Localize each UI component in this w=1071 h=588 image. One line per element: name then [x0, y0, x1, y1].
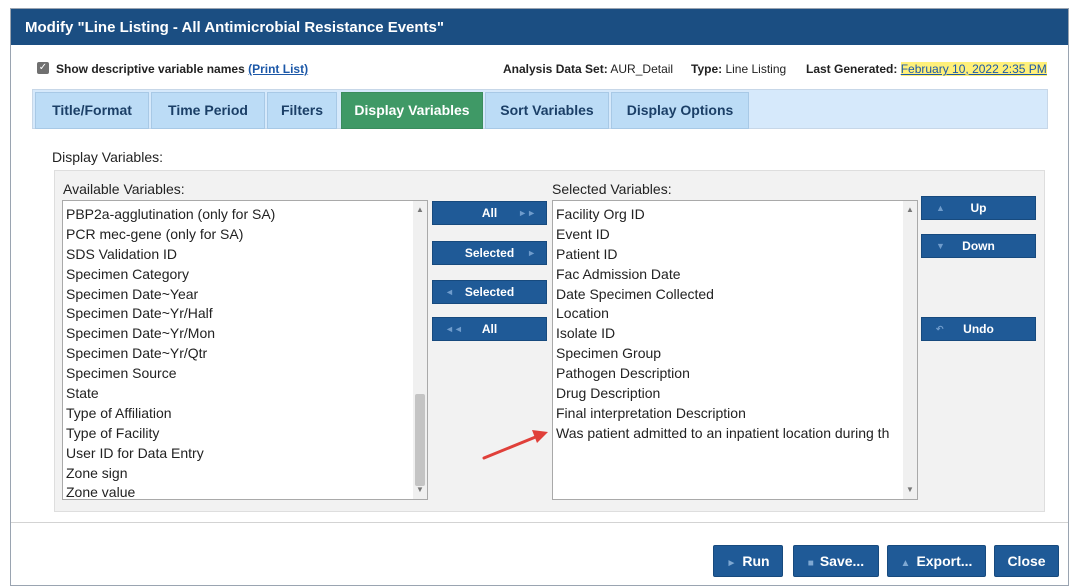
scroll-thumb[interactable]	[415, 394, 425, 486]
footer-divider	[11, 522, 1068, 523]
type-info: Type: Line Listing	[691, 62, 786, 76]
play-icon: ►	[726, 558, 737, 569]
dataset-info: Analysis Data Set: AUR_Detail	[503, 62, 673, 76]
list-item[interactable]: Specimen Group	[553, 344, 917, 364]
modify-dialog: Modify "Line Listing - All Antimicrobial…	[10, 8, 1069, 586]
scroll-up-icon[interactable]: ▲	[413, 203, 427, 217]
display-variables-panel: Display Variables: Available Variables: …	[32, 129, 1048, 519]
list-item[interactable]: Zone value	[63, 483, 427, 499]
remove-all-label: All	[481, 322, 498, 336]
list-item[interactable]: Event ID	[553, 225, 917, 245]
double-arrow-left-icon: ◄◄	[445, 324, 463, 334]
tab-display-options[interactable]: Display Options	[611, 92, 749, 129]
list-item[interactable]: SDS Validation ID	[63, 245, 427, 265]
panel-heading: Display Variables:	[52, 149, 164, 165]
scroll-down-icon[interactable]: ▼	[903, 483, 917, 497]
close-label: Close	[1007, 553, 1046, 569]
dataset-label: Analysis Data Set:	[503, 62, 608, 76]
list-item[interactable]: User ID for Data Entry	[63, 444, 427, 464]
selected-variables-list[interactable]: Facility Org ID Event ID Patient ID Fac Adm…	[552, 200, 918, 500]
list-item[interactable]: State	[63, 384, 427, 404]
generated-info: Last Generated: February 10, 2022 2:35 P…	[806, 62, 1047, 76]
tab-sort-variables[interactable]: Sort Variables	[485, 92, 609, 129]
arrow-up-icon: ▲	[936, 203, 945, 213]
show-descriptive-label: Show descriptive variable names	[56, 62, 245, 76]
list-item[interactable]: Specimen Source	[63, 364, 427, 384]
export-button[interactable]: ▲ Export...	[887, 545, 986, 577]
arrow-left-icon: ◄	[445, 287, 454, 297]
info-bar: ✓ Show descriptive variable names (Print…	[11, 59, 1068, 79]
undo-label: Undo	[963, 322, 994, 336]
list-item[interactable]: PCR mec-gene (only for SA)	[63, 225, 427, 245]
list-item[interactable]: Type of Facility	[63, 424, 427, 444]
export-label: Export...	[916, 553, 973, 569]
undo-icon: ↶	[936, 324, 944, 334]
available-variables-label: Available Variables:	[63, 181, 185, 197]
type-value: Line Listing	[725, 62, 787, 76]
move-up-button[interactable]: ▲ Up	[921, 196, 1036, 220]
save-button[interactable]: ■ Save...	[793, 545, 879, 577]
run-button[interactable]: ► Run	[713, 545, 783, 577]
list-item[interactable]: Type of Affiliation	[63, 404, 427, 424]
list-item[interactable]: PBP2a-agglutination (only for SA)	[63, 205, 427, 225]
list-item[interactable]: Isolate ID	[553, 324, 917, 344]
list-item[interactable]: Patient ID	[553, 245, 917, 265]
generated-value[interactable]: February 10, 2022 2:35 PM	[900, 62, 1047, 76]
add-all-label: All	[481, 206, 498, 220]
run-label: Run	[742, 553, 770, 569]
list-item[interactable]: Zone sign	[63, 464, 427, 484]
tab-filters[interactable]: Filters	[267, 92, 337, 129]
list-item[interactable]: Fac Admission Date	[553, 265, 917, 285]
move-down-button[interactable]: ▼ Down	[921, 234, 1036, 258]
red-annotation-arrow-icon	[482, 430, 548, 460]
add-all-button[interactable]: All ►►	[432, 201, 547, 225]
list-item[interactable]: Specimen Category	[63, 265, 427, 285]
add-selected-label: Selected	[464, 246, 515, 260]
list-item[interactable]: Location	[553, 304, 917, 324]
tab-display-variables[interactable]: Display Variables	[341, 92, 483, 129]
selected-variables-label: Selected Variables:	[552, 181, 672, 197]
list-item[interactable]: Facility Org ID	[553, 205, 917, 225]
selected-scrollbar[interactable]: ▲ ▼	[903, 201, 917, 499]
scroll-down-icon[interactable]: ▼	[413, 483, 427, 497]
available-scrollbar[interactable]: ▲ ▼	[413, 201, 427, 499]
save-icon: ■	[807, 558, 814, 569]
move-down-label: Down	[962, 239, 995, 253]
dataset-value: AUR_Detail	[610, 62, 674, 76]
list-item[interactable]: Specimen Date~Yr/Mon	[63, 324, 427, 344]
double-arrow-right-icon: ►►	[518, 208, 536, 218]
move-up-label: Up	[970, 201, 987, 215]
remove-selected-button[interactable]: ◄ Selected	[432, 280, 547, 304]
tab-title-format[interactable]: Title/Format	[35, 92, 149, 129]
list-item[interactable]: Final interpretation Description	[553, 404, 917, 424]
available-variables-list[interactable]: PBP2a-agglutination (only for SA) PCR mec…	[62, 200, 428, 500]
export-icon: ▲	[900, 558, 911, 569]
type-label: Type:	[691, 62, 723, 76]
generated-label: Last Generated:	[806, 62, 898, 76]
list-item[interactable]: Date Specimen Collected	[553, 285, 917, 305]
print-list-link[interactable]: (Print List)	[248, 62, 308, 76]
descriptive-names-label: Show descriptive variable names (Print L…	[56, 62, 308, 76]
arrow-right-icon: ►	[527, 248, 536, 258]
close-button[interactable]: Close	[994, 545, 1059, 577]
variables-container: Available Variables: Selected Variables:…	[54, 170, 1045, 512]
list-item[interactable]: Pathogen Description	[553, 364, 917, 384]
list-item[interactable]: Specimen Date~Year	[63, 285, 427, 305]
scroll-up-icon[interactable]: ▲	[903, 203, 917, 217]
list-item[interactable]: Specimen Date~Yr/Qtr	[63, 344, 427, 364]
list-item[interactable]: Was patient admitted to an inpatient loc…	[553, 424, 917, 444]
tab-bar: Title/Format Time Period Filters Display…	[32, 89, 1048, 129]
undo-button[interactable]: ↶ Undo	[921, 317, 1036, 341]
save-label: Save...	[819, 553, 865, 569]
arrow-down-icon: ▼	[936, 241, 945, 251]
dialog-title: Modify "Line Listing - All Antimicrobial…	[11, 9, 1068, 45]
list-item[interactable]: Drug Description	[553, 384, 917, 404]
remove-all-button[interactable]: ◄◄ All	[432, 317, 547, 341]
remove-selected-label: Selected	[464, 285, 515, 299]
tab-time-period[interactable]: Time Period	[151, 92, 265, 129]
descriptive-names-checkbox[interactable]: ✓	[37, 62, 49, 74]
add-selected-button[interactable]: Selected ►	[432, 241, 547, 265]
list-item[interactable]: Specimen Date~Yr/Half	[63, 304, 427, 324]
